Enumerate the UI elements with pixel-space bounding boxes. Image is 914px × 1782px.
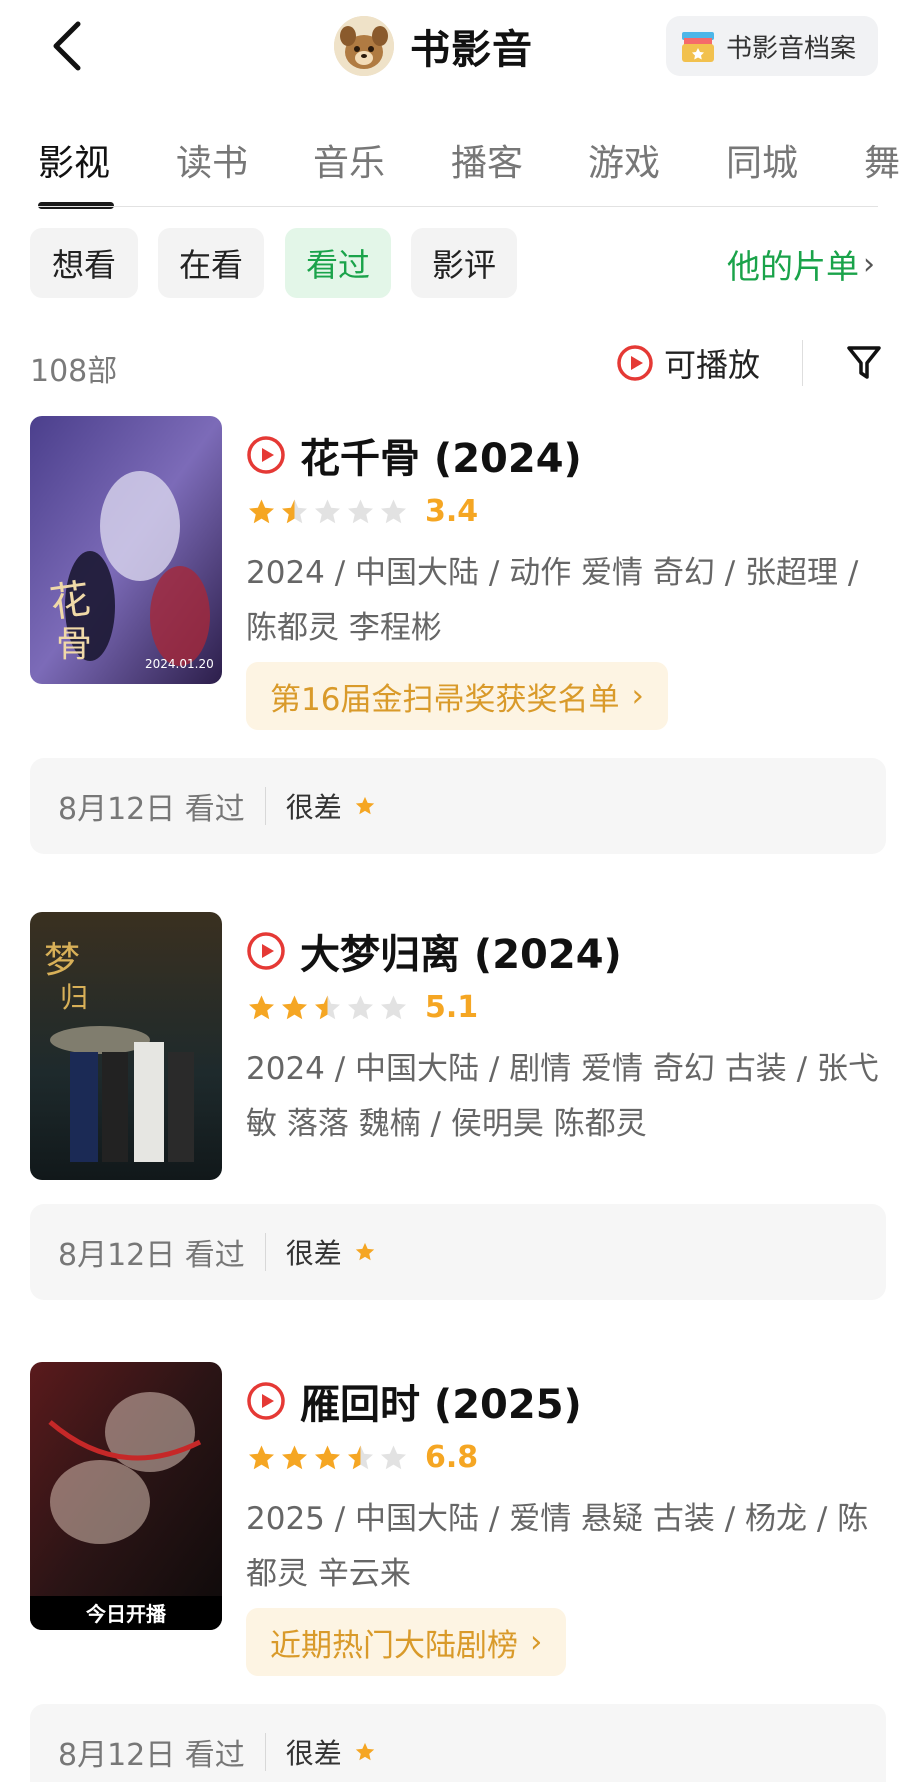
tab-books[interactable]: 读书 bbox=[176, 134, 248, 186]
tab-dance[interactable]: 舞 bbox=[864, 134, 900, 186]
play-circle-icon bbox=[247, 436, 285, 474]
play-circle-icon bbox=[247, 1382, 285, 1420]
playable-label: 可播放 bbox=[664, 346, 761, 384]
award-badge[interactable]: 第16届金扫帚奖获奖名单 › bbox=[246, 662, 668, 730]
review-date: 8月12日 看过 bbox=[58, 1238, 245, 1273]
movie-poster[interactable]: 花 骨 2024.01.20 bbox=[30, 416, 222, 684]
play-circle-icon bbox=[617, 345, 653, 381]
user-avatar[interactable] bbox=[334, 16, 394, 76]
star-icon bbox=[348, 995, 373, 1019]
movie-title-row[interactable]: 花千骨 (2024) bbox=[246, 426, 582, 484]
badge-label: 第16届金扫帚奖获奖名单 bbox=[270, 681, 620, 718]
star-icon bbox=[315, 499, 340, 523]
toolbar-divider bbox=[802, 340, 803, 386]
title-group: 书影音 bbox=[334, 14, 533, 78]
movie-item: 今日开播 雁回时 (2025) 6.8 2025 / 中国大陆 / 爱情 悬疑 … bbox=[0, 1362, 914, 1782]
review-bar[interactable]: 8月12日 看过 很差 bbox=[30, 758, 886, 854]
filter-watched[interactable]: 看过 bbox=[285, 228, 391, 298]
item-count: 108部 bbox=[30, 354, 118, 389]
watchlist-link-label: 他的片单 bbox=[727, 247, 859, 286]
poster-date: 2024.01.20 bbox=[145, 657, 214, 671]
review-divider bbox=[264, 787, 266, 825]
review-rating-label: 很差 bbox=[285, 1737, 342, 1770]
star-icon bbox=[315, 1445, 340, 1469]
poster-caption: 今日开播 bbox=[86, 1602, 167, 1626]
svg-text:梦: 梦 bbox=[44, 940, 80, 981]
watchlist-link[interactable]: 他的片单 › bbox=[727, 240, 875, 288]
movie-poster[interactable]: 梦 归 bbox=[30, 912, 222, 1180]
star-icon bbox=[249, 499, 274, 523]
review-rating-label: 很差 bbox=[285, 791, 342, 824]
movie-meta: 2025 / 中国大陆 / 爱情 悬疑 古装 / 杨龙 / 陈都灵 辛云来 bbox=[246, 1501, 869, 1592]
tab-movies[interactable]: 影视 bbox=[38, 134, 110, 186]
chevron-right-icon: › bbox=[631, 678, 644, 714]
review-divider bbox=[264, 1233, 266, 1271]
filter-funnel-icon[interactable] bbox=[846, 344, 882, 382]
filter-reviews[interactable]: 影评 bbox=[411, 228, 517, 298]
movie-meta: 2024 / 中国大陆 / 剧情 爱情 奇幻 古装 / 张弋敏 落落 魏楠 / … bbox=[246, 1051, 879, 1142]
svg-text:骨: 骨 bbox=[56, 624, 92, 665]
star-rating bbox=[246, 1443, 411, 1473]
star-rating bbox=[246, 497, 411, 527]
top-bar: 书影音 书影音档案 bbox=[0, 0, 914, 96]
star-icon bbox=[249, 1445, 274, 1469]
star-icon bbox=[355, 1742, 374, 1761]
tabs-divider bbox=[38, 206, 878, 207]
archive-button[interactable]: 书影音档案 bbox=[666, 16, 878, 76]
star-icon bbox=[315, 995, 340, 1019]
movie-title: 雁回时 (2025) bbox=[300, 1382, 582, 1428]
star-icon bbox=[381, 499, 406, 523]
star-icon bbox=[348, 1445, 373, 1469]
movie-title-row[interactable]: 大梦归离 (2024) bbox=[246, 922, 622, 980]
rating-score: 6.8 bbox=[425, 1440, 479, 1475]
chevron-right-icon: › bbox=[530, 1624, 543, 1660]
filter-watching[interactable]: 在看 bbox=[158, 228, 264, 298]
review-divider bbox=[264, 1733, 266, 1771]
play-circle-icon bbox=[247, 932, 285, 970]
rating-row: 6.8 bbox=[246, 1440, 478, 1475]
review-rating-label: 很差 bbox=[285, 1237, 342, 1270]
tab-local[interactable]: 同城 bbox=[726, 134, 798, 186]
review-bar[interactable]: 8月12日 看过 很差 bbox=[30, 1704, 886, 1782]
movie-item: 花 骨 2024.01.20 花千骨 (2024) 3.4 2024 / 中国大… bbox=[0, 416, 914, 856]
star-icon bbox=[355, 796, 374, 815]
chart-badge[interactable]: 近期热门大陆剧榜 › bbox=[246, 1608, 567, 1676]
chevron-right-icon: › bbox=[863, 246, 875, 282]
tab-games[interactable]: 游戏 bbox=[588, 134, 660, 186]
tab-music[interactable]: 音乐 bbox=[313, 134, 385, 186]
star-icon bbox=[282, 995, 307, 1019]
rating-row: 5.1 bbox=[246, 990, 478, 1025]
movie-poster[interactable]: 今日开播 bbox=[30, 1362, 222, 1630]
rating-score: 3.4 bbox=[425, 494, 479, 529]
movie-title: 大梦归离 (2024) bbox=[300, 932, 622, 978]
tab-podcasts[interactable]: 播客 bbox=[451, 134, 523, 186]
star-icon bbox=[249, 995, 274, 1019]
rating-row: 3.4 bbox=[246, 494, 478, 529]
review-bar[interactable]: 8月12日 看过 很差 bbox=[30, 1204, 886, 1300]
archive-box-icon bbox=[682, 32, 714, 62]
movie-title: 花千骨 (2024) bbox=[300, 436, 582, 482]
star-rating bbox=[246, 993, 411, 1023]
star-icon bbox=[381, 1445, 406, 1469]
filter-want-to-watch[interactable]: 想看 bbox=[30, 228, 138, 298]
movie-meta: 2024 / 中国大陆 / 动作 爱情 奇幻 / 张超理 / 陈都灵 李程彬 bbox=[246, 555, 859, 646]
star-icon bbox=[348, 499, 373, 523]
star-icon bbox=[282, 1445, 307, 1469]
star-icon bbox=[282, 499, 307, 523]
svg-text:花: 花 bbox=[47, 576, 93, 627]
star-icon bbox=[381, 995, 406, 1019]
review-date: 8月12日 看过 bbox=[58, 792, 245, 827]
star-icon bbox=[355, 1242, 374, 1261]
category-tabs: 影视 读书 音乐 播客 游戏 同城 舞 bbox=[0, 120, 914, 210]
back-arrow-icon[interactable] bbox=[44, 18, 94, 74]
badge-label: 近期热门大陆剧榜 bbox=[270, 1627, 518, 1664]
svg-text:归: 归 bbox=[60, 981, 88, 1014]
movie-item: 梦 归 大梦归离 (2024) 5.1 2024 / 中国大陆 / 剧情 爱情 … bbox=[0, 912, 914, 1312]
movie-title-row[interactable]: 雁回时 (2025) bbox=[246, 1372, 582, 1430]
playable-filter[interactable]: 可播放 bbox=[616, 340, 760, 386]
rating-score: 5.1 bbox=[425, 990, 479, 1025]
archive-label: 书影音档案 bbox=[726, 33, 857, 64]
review-date: 8月12日 看过 bbox=[58, 1738, 245, 1773]
page-title: 书影音 bbox=[410, 27, 533, 73]
